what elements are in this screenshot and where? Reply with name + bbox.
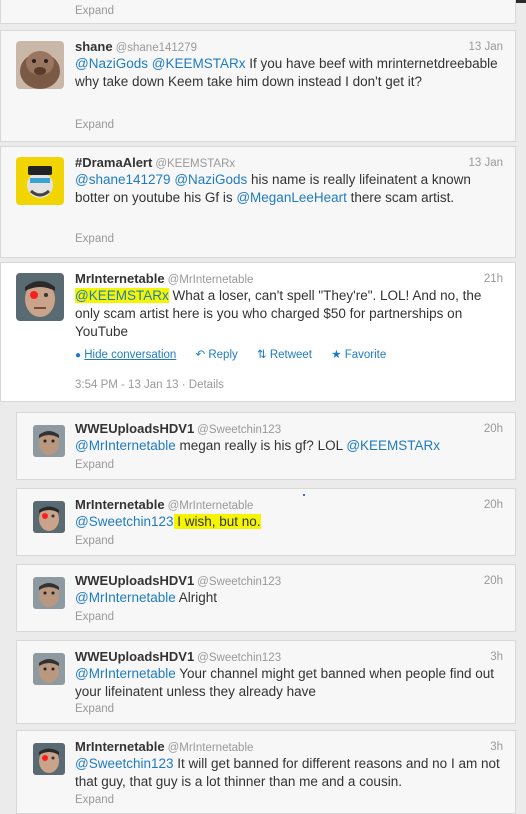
expand-link[interactable]: Expand	[75, 535, 114, 547]
tweet-text: @KEEMSTARx What a loser, can't spell "Th…	[75, 288, 482, 339]
reply-button[interactable]: ↶ Reply	[196, 349, 238, 361]
retweet-button[interactable]: ⇅ Retweet	[257, 349, 312, 361]
tweet-header: WWEUploadsHDV1 @Sweetchin123 20h	[75, 420, 503, 438]
tweet-author-name[interactable]: WWEUploadsHDV1	[75, 421, 194, 436]
tweet-author-handle[interactable]: @Sweetchin123	[197, 576, 281, 588]
tweet-header: MrInternetable @MrInternetable 21h	[75, 270, 503, 288]
expand-link[interactable]: Expand	[75, 119, 114, 131]
mention-link[interactable]: @KEEMSTARx	[75, 288, 169, 303]
mention-link[interactable]: @NaziGods	[174, 172, 247, 187]
tweet-text: @Sweetchin123 I wish, but no.	[75, 514, 261, 529]
tweet-timestamp[interactable]: 20h	[484, 572, 503, 590]
red-eye-avatar[interactable]	[33, 501, 65, 533]
mention-link[interactable]: @MrInternetable	[75, 666, 176, 681]
expand-link[interactable]: Expand	[75, 459, 114, 471]
mention-link[interactable]: @KEEMSTARx	[346, 438, 440, 453]
tweet-author-handle[interactable]: @MrInternetable	[168, 274, 254, 286]
man-avatar[interactable]	[33, 577, 65, 609]
tweet-text: @MrInternetable megan really is his gf? …	[75, 438, 441, 453]
reply-tweet-card[interactable]: WWEUploadsHDV1 @Sweetchin123 3h @MrIntern…	[16, 640, 516, 724]
tweet-author-handle[interactable]: @KEEMSTARx	[155, 158, 235, 170]
star-icon: ★	[331, 349, 342, 361]
tweet-author-name[interactable]: WWEUploadsHDV1	[75, 649, 194, 664]
mention-link[interactable]: @Sweetchin123	[75, 514, 174, 529]
previous-tweet-card[interactable]: Expand	[0, 0, 516, 24]
expand-link[interactable]: Expand	[75, 5, 114, 17]
red-eye-avatar[interactable]	[33, 743, 65, 775]
tweet-header: shane @shane141279 13 Jan	[75, 38, 503, 56]
tweet-author-name[interactable]: MrInternetable	[75, 271, 165, 286]
mention-link[interactable]: @NaziGods	[75, 56, 148, 71]
tweet-timestamp[interactable]: 13 Jan	[468, 154, 503, 172]
tweet-author-handle[interactable]: @MrInternetable	[168, 742, 254, 754]
tweet-text: @shane141279 @NaziGods his name is reall…	[75, 172, 471, 205]
tweet-author-name[interactable]: shane	[75, 39, 113, 54]
mention-link[interactable]: @MeganLeeHeart	[236, 190, 347, 205]
reply-tweet-card[interactable]: WWEUploadsHDV1 @Sweetchin123 20h @MrInter…	[16, 564, 516, 632]
tweet-card[interactable]: shane @shane141279 13 Jan @NaziGods @KEEM…	[0, 30, 516, 142]
mention-link[interactable]: @MrInternetable	[75, 438, 176, 453]
favorite-button[interactable]: ★ Favorite	[331, 349, 386, 361]
tweet-stream: Expand shane @shane141279 13 Jan @NaziGod…	[0, 0, 526, 814]
expand-link[interactable]: Expand	[75, 794, 114, 806]
tweet-author-handle[interactable]: @Sweetchin123	[197, 424, 281, 436]
tweet-header: WWEUploadsHDV1 @Sweetchin123 3h	[75, 648, 503, 666]
tweet-text: @Sweetchin123 It will get banned for dif…	[75, 756, 500, 789]
mention-link[interactable]: @KEEMSTARx	[152, 56, 246, 71]
expand-link[interactable]: Expand	[75, 703, 114, 715]
tweet-author-handle[interactable]: @shane141279	[116, 42, 197, 54]
hide-conversation-link[interactable]: ● Hide conversation	[75, 349, 176, 361]
reply-tweet-card[interactable]: MrInternetable @MrInternetable 3h @Sweetc…	[16, 730, 516, 814]
tweet-header: MrInternetable @MrInternetable 3h	[75, 738, 503, 756]
reply-tweet-card[interactable]: WWEUploadsHDV1 @Sweetchin123 20h @MrInter…	[16, 412, 516, 480]
red-eye-avatar[interactable]	[16, 273, 64, 321]
tweet-timestamp[interactable]: 20h	[484, 420, 503, 438]
tweet-text: @NaziGods @KEEMSTARx If you have beef wi…	[75, 56, 498, 89]
mention-link[interactable]: @Sweetchin123	[75, 756, 174, 771]
cartoon-avatar[interactable]	[16, 157, 64, 205]
tweet-header: MrInternetable @MrInternetable 20h	[75, 496, 503, 514]
tweet-author-name[interactable]: WWEUploadsHDV1	[75, 573, 194, 588]
tweet-meta[interactable]: 3:54 PM - 13 Jan 13 · Details	[75, 379, 224, 391]
tweet-timestamp[interactable]: 13 Jan	[468, 38, 503, 56]
tweet-author-name[interactable]: MrInternetable	[75, 497, 165, 512]
tweet-author-name[interactable]: #DramaAlert	[75, 155, 152, 170]
tweet-author-handle[interactable]: @Sweetchin123	[197, 652, 281, 664]
tweet-header: WWEUploadsHDV1 @Sweetchin123 20h	[75, 572, 503, 590]
tweet-actions: ● Hide conversation ↶ Reply ⇅ Retweet ★ …	[75, 347, 402, 361]
reply-tweet-card[interactable]: MrInternetable @MrInternetable 20h @Sweet…	[16, 488, 516, 556]
tweet-card[interactable]: #DramaAlert @KEEMSTARx 13 Jan @shane14127…	[0, 146, 516, 258]
focused-tweet-card[interactable]: MrInternetable @MrInternetable 21h @KEEMS…	[0, 262, 516, 402]
dog-avatar[interactable]	[16, 41, 64, 89]
stray-dot	[303, 494, 305, 496]
man-avatar[interactable]	[33, 653, 65, 685]
tweet-timestamp[interactable]: 21h	[484, 270, 503, 288]
tweet-author-handle[interactable]: @MrInternetable	[168, 500, 254, 512]
man-avatar[interactable]	[33, 425, 65, 457]
mention-link[interactable]: @MrInternetable	[75, 590, 176, 605]
tweet-timestamp[interactable]: 3h	[490, 648, 503, 666]
tweet-author-name[interactable]: MrInternetable	[75, 739, 165, 754]
expand-link[interactable]: Expand	[75, 611, 114, 623]
speech-bubble-icon: ●	[75, 350, 82, 361]
expand-link[interactable]: Expand	[75, 233, 114, 245]
tweet-timestamp[interactable]: 20h	[484, 496, 503, 514]
reply-icon: ↶	[195, 349, 206, 361]
retweet-icon: ⇅	[256, 349, 267, 361]
mention-link[interactable]: @shane141279	[75, 172, 171, 187]
tweet-header: #DramaAlert @KEEMSTARx 13 Jan	[75, 154, 503, 172]
tweet-text: @MrInternetable Your channel might get b…	[75, 666, 495, 699]
tweet-timestamp[interactable]: 3h	[490, 738, 503, 756]
tweet-text: @MrInternetable Alright	[75, 590, 218, 605]
